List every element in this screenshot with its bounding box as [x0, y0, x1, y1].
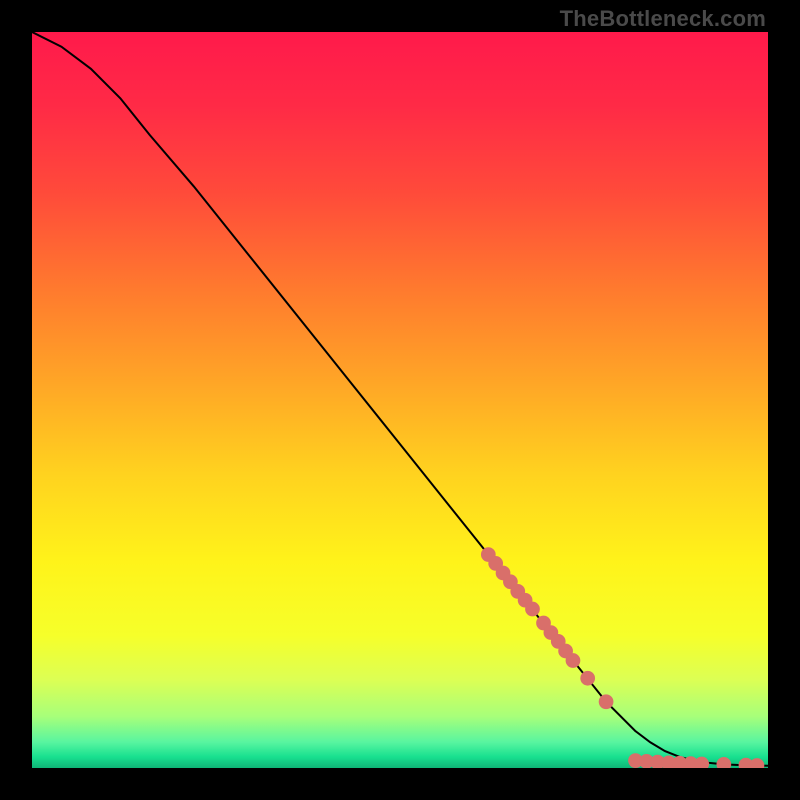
chart-overlay	[32, 32, 768, 768]
attribution-label: TheBottleneck.com	[560, 6, 766, 32]
data-marker	[580, 671, 595, 686]
main-curve	[32, 32, 768, 766]
plot-area	[32, 32, 768, 768]
data-marker	[694, 757, 709, 768]
chart-stage: TheBottleneck.com	[0, 0, 800, 800]
data-marker	[525, 602, 540, 617]
data-marker	[566, 653, 581, 668]
data-marker	[750, 758, 765, 768]
data-marker	[599, 694, 614, 709]
data-marker	[716, 757, 731, 768]
marker-group	[481, 547, 764, 768]
